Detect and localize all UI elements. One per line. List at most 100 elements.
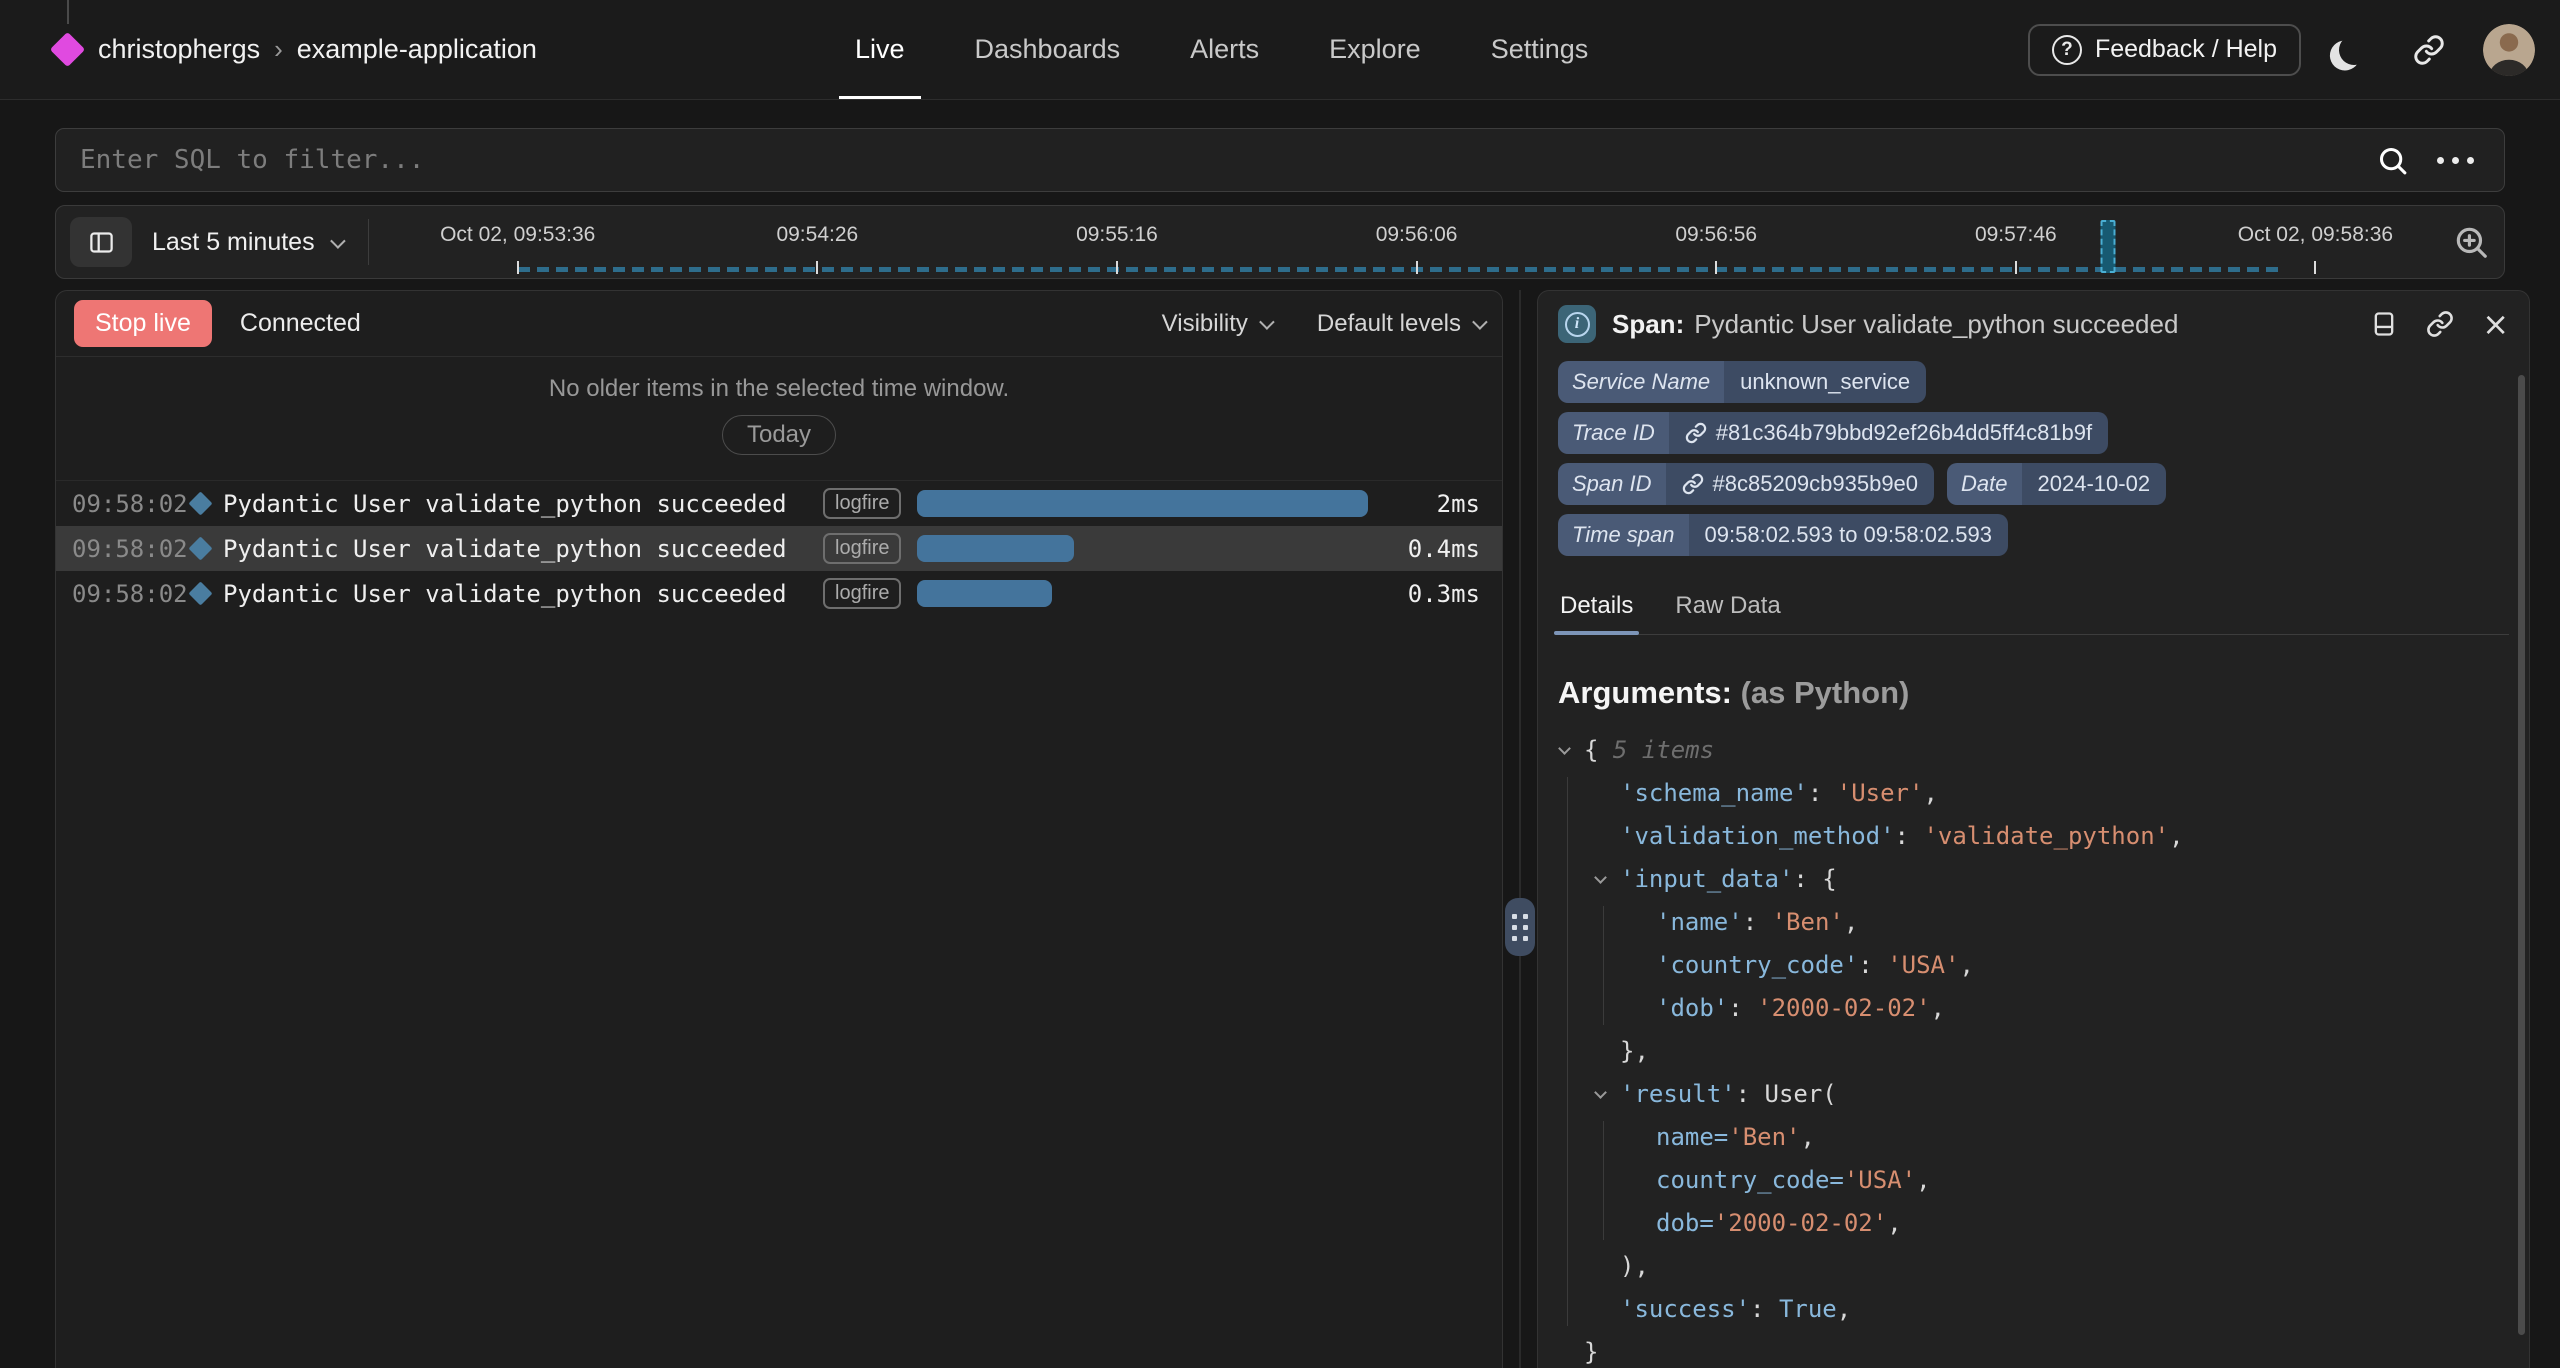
code-token: True: [1779, 1295, 1837, 1323]
live-stream-panel: Stop live Connected Visibility Default l…: [55, 290, 1503, 1368]
panel-divider: [1519, 290, 1521, 1368]
trace-row[interactable]: 09:58:02Pydantic User validate_python su…: [56, 481, 1502, 526]
zoom-in-icon[interactable]: [2452, 223, 2490, 261]
collapse-toggle-icon[interactable]: [1558, 742, 1571, 755]
meta-badge-value: #8c85209cb935b9e0: [1666, 463, 1935, 505]
today-button[interactable]: Today: [722, 415, 836, 455]
span-title-prefix: Span:: [1612, 309, 1684, 339]
code-line: 'country_code': 'USA',: [1558, 944, 2509, 987]
indent-guide: [1603, 906, 1604, 1025]
scrollbar-thumb[interactable]: [2518, 375, 2525, 1335]
link-icon[interactable]: [1682, 473, 1704, 495]
timeline-tick-mark: [2314, 261, 2316, 274]
code-token: 'Ben': [1728, 1123, 1800, 1151]
live-stream-header: Stop live Connected Visibility Default l…: [56, 291, 1502, 357]
trace-row-message: Pydantic User validate_python succeeded: [223, 535, 823, 563]
stop-live-button[interactable]: Stop live: [74, 300, 212, 347]
nav-tab-settings[interactable]: Settings: [1491, 0, 1589, 99]
time-range-selector[interactable]: Last 5 minutes: [152, 228, 315, 257]
breadcrumb-org[interactable]: christophergs: [98, 34, 260, 65]
timeline-tick-mark: [1416, 261, 1418, 274]
trace-row-bar-track: [917, 481, 1370, 526]
trace-row-list: 09:58:02 Pydantic User validate_python su…: [56, 481, 1502, 616]
code-token: ,: [1931, 994, 1945, 1022]
copy-link-icon[interactable]: [2426, 310, 2454, 338]
code-token: :: [1895, 822, 1924, 850]
code-token: : User(: [1736, 1080, 1837, 1108]
trace-duration-bar: [917, 580, 1052, 607]
trace-row-duration: 0.3ms: [1370, 580, 1480, 608]
timeline-tick-label: 09:54:26: [776, 223, 858, 247]
code-token: :: [1808, 779, 1837, 807]
panel-layout-icon[interactable]: [2370, 310, 2398, 338]
nav-tab-explore[interactable]: Explore: [1329, 0, 1421, 99]
feedback-help-button[interactable]: ? Feedback / Help: [2028, 24, 2301, 76]
code-token: : {: [1793, 865, 1836, 893]
span-diamond-icon: [188, 581, 212, 605]
timeline-activity-spike[interactable]: [2101, 220, 2116, 273]
top-nav-bar: christophergs › example-application Live…: [0, 0, 2560, 100]
collapse-toggle-icon[interactable]: [1594, 1086, 1607, 1099]
code-token: :: [1858, 951, 1887, 979]
sidebar-toggle-button[interactable]: [70, 217, 132, 267]
code-token: 'name': [1656, 908, 1743, 936]
sql-filter-input[interactable]: [56, 145, 2376, 175]
default-levels-dropdown[interactable]: Default levels: [1317, 310, 1484, 338]
more-options-icon[interactable]: [2437, 157, 2474, 164]
code-token: country_code=: [1656, 1166, 1844, 1194]
close-icon[interactable]: ×: [2482, 310, 2509, 338]
trace-row[interactable]: 09:58:02Pydantic User validate_python su…: [56, 526, 1502, 571]
badge-row: Span ID#8c85209cb935b9e0Date2024-10-02: [1558, 463, 2509, 505]
panel-resize-handle[interactable]: [1505, 898, 1535, 956]
arguments-heading-suffix: (as Python): [1741, 675, 1910, 710]
nav-tab-alerts[interactable]: Alerts: [1190, 0, 1259, 99]
span-detail-tabs: Details Raw Data: [1558, 584, 2509, 635]
code-line: 'schema_name': 'User',: [1558, 772, 2509, 815]
link-icon[interactable]: [1685, 422, 1707, 444]
dark-mode-toggle-icon[interactable]: [2337, 32, 2372, 67]
meta-badge-value-text: #81c364b79bbd92ef26b4dd5ff4c81b9f: [1716, 420, 2092, 446]
timeline-tick-mark: [1116, 261, 1118, 274]
code-token: }: [1584, 1338, 1598, 1366]
breadcrumb-project[interactable]: example-application: [297, 34, 537, 65]
collapse-toggle-icon[interactable]: [1594, 871, 1607, 884]
timeline-tick-label: 09:56:56: [1675, 223, 1757, 247]
span-diamond-icon: [188, 491, 212, 515]
indent-guide: [1603, 1121, 1604, 1240]
meta-badge-label: Time span: [1558, 514, 1689, 556]
timeline-tick-label: 09:55:16: [1076, 223, 1158, 247]
user-avatar[interactable]: [2483, 24, 2535, 76]
code-token: '2000-02-02': [1714, 1209, 1887, 1237]
code-token: 'success': [1620, 1295, 1750, 1323]
trace-row-duration: 2ms: [1370, 490, 1480, 518]
nav-tab-live[interactable]: Live: [855, 0, 905, 99]
code-token: 'dob': [1656, 994, 1728, 1022]
timeline-tick-label: 09:57:46: [1975, 223, 2057, 247]
meta-badge-value-text: #8c85209cb935b9e0: [1713, 471, 1919, 497]
meta-badge-label: Date: [1947, 463, 2021, 505]
tab-raw-data[interactable]: Raw Data: [1673, 584, 1782, 634]
search-icon[interactable]: [2376, 144, 2409, 177]
code-line: 'name': 'Ben',: [1558, 901, 2509, 944]
tab-details[interactable]: Details: [1558, 584, 1635, 634]
trace-row-bar-track: [917, 571, 1370, 616]
meta-badge-label: Service Name: [1558, 361, 1724, 403]
sql-filter-bar: [55, 128, 2505, 192]
meta-badge-time-span: Time span09:58:02.593 to 09:58:02.593: [1558, 514, 2008, 556]
meta-badge-value-text: unknown_service: [1740, 369, 1910, 395]
breadcrumb-text: christophergs › example-application: [98, 34, 537, 65]
code-token: ,: [1801, 1123, 1815, 1151]
nav-tab-dashboards[interactable]: Dashboards: [975, 0, 1121, 99]
share-link-icon[interactable]: [2413, 34, 2445, 66]
code-line: 'dob': '2000-02-02',: [1558, 987, 2509, 1030]
breadcrumb[interactable]: christophergs › example-application: [55, 0, 537, 99]
code-line: 'input_data': {: [1558, 858, 2509, 901]
code-token: '2000-02-02': [1757, 994, 1930, 1022]
trace-row[interactable]: 09:58:02Pydantic User validate_python su…: [56, 571, 1502, 616]
span-diamond-icon: [188, 536, 212, 560]
arguments-heading-text: Arguments:: [1558, 675, 1732, 710]
visibility-dropdown[interactable]: Visibility: [1162, 310, 1271, 338]
code-token: dob=: [1656, 1209, 1714, 1237]
trace-row-timestamp: 09:58:02: [72, 490, 184, 518]
code-token: name=: [1656, 1123, 1728, 1151]
